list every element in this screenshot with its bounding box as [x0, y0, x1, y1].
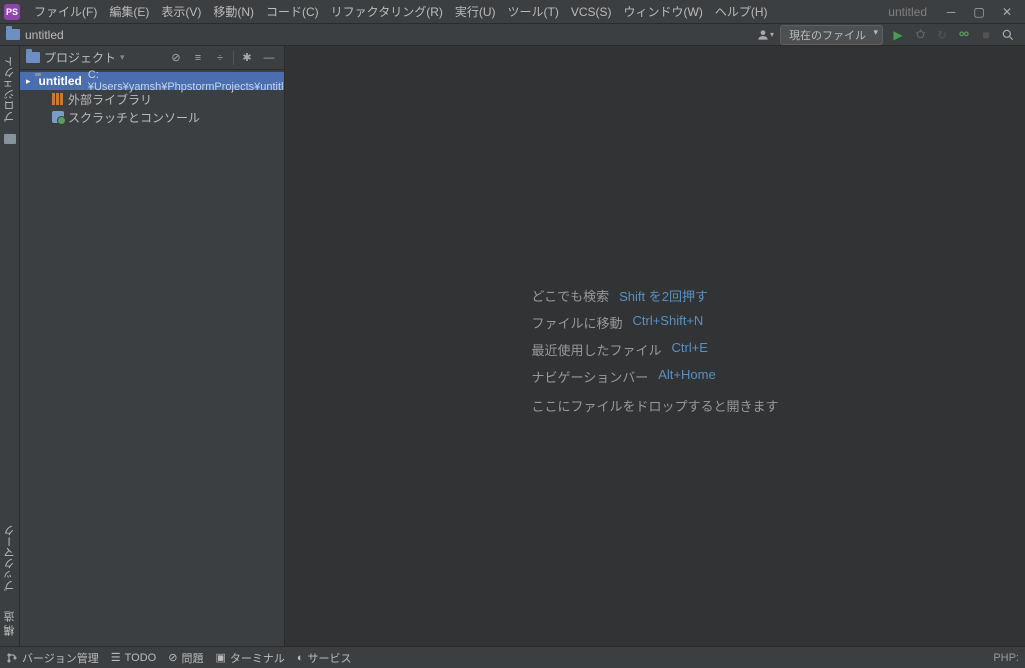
tree-item-label: スクラッチとコンソール — [68, 109, 200, 126]
panel-settings-icon[interactable]: ✱ — [238, 49, 256, 67]
statusbar: バージョン管理 ☰ TODO ⊘ 問題 ▣ ターミナル ◐ サービス PHP: — [0, 646, 1025, 668]
hint-shortcut: Ctrl+Shift+N — [633, 313, 704, 332]
tree-root-item[interactable]: ▸ untitled C:¥Users¥yamsh¥PhpstormProjec… — [20, 72, 284, 90]
expand-all-icon[interactable]: ≡ — [189, 49, 207, 67]
hint-label: どこでも検索 — [531, 286, 609, 305]
project-panel: プロジェクト ▾ ⊘ ≡ ÷ ✱ — ▸ untitled C:¥Users¥y… — [20, 46, 285, 646]
hint-shortcut: Alt+Home — [658, 367, 715, 386]
app-icon: PS — [4, 4, 20, 20]
drop-hint: ここにファイルをドロップすると開きます — [531, 396, 778, 415]
menu-vcs[interactable]: VCS(S) — [565, 3, 618, 21]
run-button[interactable]: ▶ — [887, 25, 909, 45]
stop-button[interactable]: ■ — [975, 25, 997, 45]
menu-file[interactable]: ファイル(F) — [28, 1, 103, 22]
menu-refactor[interactable]: リファクタリング(R) — [325, 1, 449, 22]
menu-tools[interactable]: ツール(T) — [502, 1, 565, 22]
hint-shortcut: Ctrl+E — [672, 340, 708, 359]
problems-icon: ⊘ — [168, 651, 177, 664]
run-with-coverage-button[interactable]: ↻ — [931, 25, 953, 45]
hide-panel-icon[interactable]: — — [260, 49, 278, 67]
breadcrumb[interactable]: untitled — [25, 28, 64, 42]
branch-icon — [6, 652, 18, 664]
hint-label: ファイルに移動 — [531, 313, 622, 332]
status-language[interactable]: PHP: — [993, 652, 1019, 664]
user-icon[interactable]: ▾ — [754, 25, 776, 45]
hint-label: ナビゲーションバー — [531, 367, 648, 386]
hint-shortcut: Shift を2回押す — [619, 286, 708, 305]
folder-gutter-icon[interactable] — [3, 132, 17, 146]
close-button[interactable]: ✕ — [993, 2, 1021, 22]
collapse-all-icon[interactable]: ÷ — [211, 49, 229, 67]
status-vcs[interactable]: バージョン管理 — [6, 650, 99, 666]
menu-navigate[interactable]: 移動(N) — [207, 1, 260, 22]
search-button[interactable] — [997, 25, 1019, 45]
hint-label: 最近使用したファイル — [531, 340, 661, 359]
menu-run[interactable]: 実行(U) — [449, 1, 502, 22]
project-panel-header: プロジェクト ▾ ⊘ ≡ ÷ ✱ — — [20, 46, 284, 70]
menu-view[interactable]: 表示(V) — [155, 1, 207, 22]
project-folder-icon — [6, 29, 20, 40]
todo-icon: ☰ — [111, 651, 121, 664]
services-icon: ◐ — [297, 652, 304, 664]
project-panel-title: プロジェクト — [44, 49, 116, 66]
library-icon — [52, 93, 64, 105]
menubar: PS ファイル(F) 編集(E) 表示(V) 移動(N) コード(C) リファク… — [0, 0, 1025, 24]
project-panel-icon — [26, 52, 40, 63]
chevron-right-icon[interactable]: ▸ — [26, 76, 31, 87]
debug-button[interactable] — [909, 25, 931, 45]
main-area: プロジェクト ブックマーク 構 造 プロジェクト ▾ ⊘ ≡ ÷ ✱ — ▸ u… — [0, 46, 1025, 646]
minimize-button[interactable]: ─ — [937, 2, 965, 22]
bookmarks-tool-tab[interactable]: ブックマーク — [0, 519, 20, 597]
left-tool-strip: プロジェクト ブックマーク 構 造 — [0, 46, 20, 646]
tree-root-name: untitled — [39, 74, 82, 88]
maximize-button[interactable]: ▢ — [965, 2, 993, 22]
status-problems[interactable]: ⊘ 問題 — [168, 650, 203, 666]
menu-code[interactable]: コード(C) — [260, 1, 325, 22]
select-opened-file-icon[interactable]: ⊘ — [167, 49, 185, 67]
project-tool-tab[interactable]: プロジェクト — [0, 50, 20, 128]
menu-window[interactable]: ウィンドウ(W) — [618, 1, 709, 22]
menu-help[interactable]: ヘルプ(H) — [709, 1, 774, 22]
menu-edit[interactable]: 編集(E) — [103, 1, 155, 22]
code-with-me-icon[interactable] — [953, 25, 975, 45]
terminal-icon: ▣ — [215, 651, 225, 664]
welcome-hints: どこでも検索 Shift を2回押す ファイルに移動 Ctrl+Shift+N 最近… — [531, 278, 778, 415]
scratch-icon — [52, 111, 64, 123]
run-config-selector[interactable]: 現在のファイル — [780, 25, 883, 45]
tree-item-label: 外部ライブラリ — [68, 91, 152, 108]
editor-area[interactable]: どこでも検索 Shift を2回押す ファイルに移動 Ctrl+Shift+N 最近… — [285, 46, 1025, 646]
navbar: untitled ▾ 現在のファイル ▶ ↻ ■ — [0, 24, 1025, 46]
window-title: untitled — [888, 5, 927, 19]
structure-tool-tab[interactable]: 構 造 — [0, 605, 20, 642]
tree-scratches[interactable]: スクラッチとコンソール — [20, 108, 284, 126]
status-services[interactable]: ◐ サービス — [297, 650, 352, 666]
status-todo[interactable]: ☰ TODO — [111, 651, 156, 664]
status-terminal[interactable]: ▣ ターミナル — [215, 650, 284, 666]
project-tree[interactable]: ▸ untitled C:¥Users¥yamsh¥PhpstormProjec… — [20, 70, 284, 646]
